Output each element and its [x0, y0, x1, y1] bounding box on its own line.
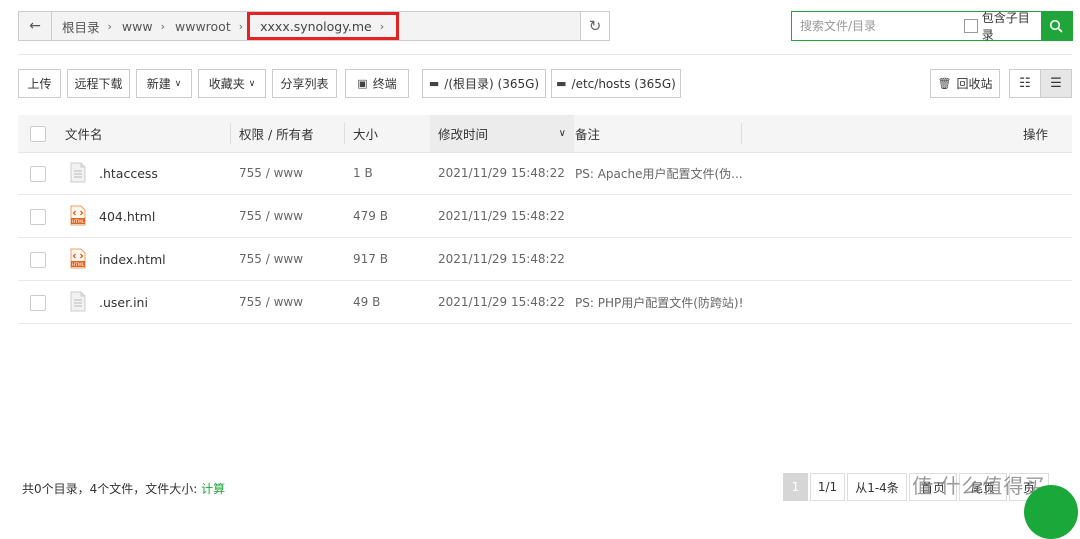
new-button[interactable]: 新建 ∨	[136, 69, 192, 98]
search-button[interactable]	[1040, 12, 1072, 40]
page-range: 从1-4条	[847, 473, 907, 501]
file-permission[interactable]: 755 / www	[239, 152, 303, 194]
html-file-icon: HTML	[70, 205, 86, 226]
grid-icon: ☷	[1019, 76, 1031, 91]
file-note[interactable]: PS: PHP用户配置文件(防跨站)!	[575, 281, 743, 323]
chevron-down-icon: ∨	[174, 78, 182, 89]
file-name[interactable]: .user.ini	[99, 281, 148, 323]
select-all-checkbox[interactable]	[30, 126, 46, 142]
file-name[interactable]: 404.html	[99, 195, 155, 237]
grid-view-button[interactable]: ☷	[1009, 69, 1041, 98]
refresh-icon: ↻	[588, 17, 602, 35]
recycle-bin-button[interactable]: 🗑 回收站	[930, 69, 1000, 98]
trash-icon: 🗑	[937, 77, 952, 90]
chevron-down-icon: ∨	[248, 78, 256, 89]
file-name[interactable]: index.html	[99, 238, 166, 280]
back-button[interactable]: ←	[19, 12, 52, 40]
favorites-button[interactable]: 收藏夹 ∨	[198, 69, 266, 98]
arrow-left-icon: ←	[29, 18, 41, 34]
file-modified-time: 2021/11/29 15:48:22	[438, 295, 565, 309]
file-modified-time: 2021/11/29 15:48:22	[438, 166, 565, 180]
html-file-icon: HTML	[70, 248, 86, 269]
path-bar: ← 根目录 › www › wwwroot › xxxx.synology.me › ↻	[18, 11, 610, 41]
search-icon	[1050, 19, 1063, 33]
page-total: 1/1	[810, 473, 845, 501]
table-row[interactable]: .htaccess 755 / www 1 B 2021/11/29 15:48:22…	[18, 152, 1072, 195]
svg-text:HTML: HTML	[72, 219, 85, 225]
row-checkbox[interactable]	[30, 252, 46, 268]
search-box: 包含子目录	[791, 9, 1073, 43]
column-size[interactable]: 大小	[353, 115, 378, 152]
breadcrumb-item-wwwroot[interactable]: wwwroot ›	[165, 19, 243, 34]
svg-text:HTML: HTML	[72, 262, 85, 268]
disk-hosts-button[interactable]: ▬/etc/hosts (365G)	[551, 69, 681, 98]
share-list-button[interactable]: 分享列表	[272, 69, 337, 98]
include-subdir-checkbox[interactable]: 包含子目录	[964, 9, 1041, 43]
file-permission[interactable]: 755 / www	[239, 195, 303, 237]
refresh-button[interactable]: ↻	[580, 12, 609, 40]
column-modified-time[interactable]: 修改时间 ∨	[430, 115, 574, 152]
column-action: 操作	[1023, 127, 1049, 142]
file-modified-time: 2021/11/29 15:48:22	[438, 209, 565, 223]
breadcrumb: 根目录 › www › wwwroot › xxxx.synology.me ›	[52, 12, 580, 40]
floating-action-button[interactable]	[1024, 485, 1078, 539]
file-size: 49 B	[353, 295, 381, 309]
table-row[interactable]: .user.ini 755 / www 49 B 2021/11/29 15:48:2…	[18, 281, 1072, 324]
list-view-button[interactable]: ☰	[1040, 69, 1072, 98]
breadcrumb-item-www[interactable]: www ›	[112, 19, 165, 34]
column-note[interactable]: 备注	[575, 115, 600, 152]
file-size: 917 B	[353, 252, 388, 266]
column-permission[interactable]: 权限 / 所有者	[239, 115, 314, 152]
search-input[interactable]	[792, 13, 958, 39]
calculate-size-link[interactable]: 计算	[201, 482, 225, 496]
checkbox-icon	[964, 19, 978, 33]
breadcrumb-item-site[interactable]: xxxx.synology.me ›	[247, 12, 400, 40]
remote-download-button[interactable]: 远程下载	[67, 69, 130, 98]
upload-button[interactable]: 上传	[18, 69, 61, 98]
text-file-icon	[70, 162, 86, 183]
divider	[18, 54, 1072, 55]
disk-root-button[interactable]: ▬/(根目录) (365G)	[422, 69, 546, 98]
text-file-icon	[70, 291, 86, 312]
page-current[interactable]: 1	[783, 473, 808, 501]
terminal-icon: ▣	[357, 77, 368, 90]
row-checkbox[interactable]	[30, 295, 46, 311]
row-checkbox[interactable]	[30, 166, 46, 182]
chevron-right-icon: ›	[379, 19, 385, 33]
chevron-down-icon: ∨	[558, 128, 566, 139]
column-name[interactable]: 文件名	[65, 115, 103, 152]
table-row[interactable]: HTML 404.html 755 / www 479 B 2021/11/29 15:…	[18, 195, 1072, 238]
chevron-right-icon: ›	[238, 19, 244, 33]
list-icon: ☰	[1050, 76, 1062, 91]
table-row[interactable]: HTML index.html 755 / www 917 B 2021/11/29 1…	[18, 238, 1072, 281]
file-size: 479 B	[353, 209, 388, 223]
file-note[interactable]: PS: Apache用户配置文件(伪...	[575, 152, 743, 194]
file-name[interactable]: .htaccess	[99, 152, 158, 194]
terminal-button[interactable]: ▣ 终端	[345, 69, 409, 98]
disk-icon: ▬	[428, 77, 440, 90]
file-size: 1 B	[353, 166, 373, 180]
breadcrumb-item-root[interactable]: 根目录 ›	[52, 17, 112, 36]
path-input-area[interactable]	[399, 12, 580, 40]
file-permission[interactable]: 755 / www	[239, 238, 303, 280]
file-permission[interactable]: 755 / www	[239, 281, 303, 323]
row-checkbox[interactable]	[30, 209, 46, 225]
file-modified-time: 2021/11/29 15:48:22	[438, 252, 565, 266]
table-header: 文件名 权限 / 所有者 大小 修改时间 ∨ 备注 操作	[18, 115, 1072, 153]
disk-icon: ▬	[556, 77, 567, 90]
file-summary: 共0个目录，4个文件，文件大小: 计算	[22, 482, 226, 496]
